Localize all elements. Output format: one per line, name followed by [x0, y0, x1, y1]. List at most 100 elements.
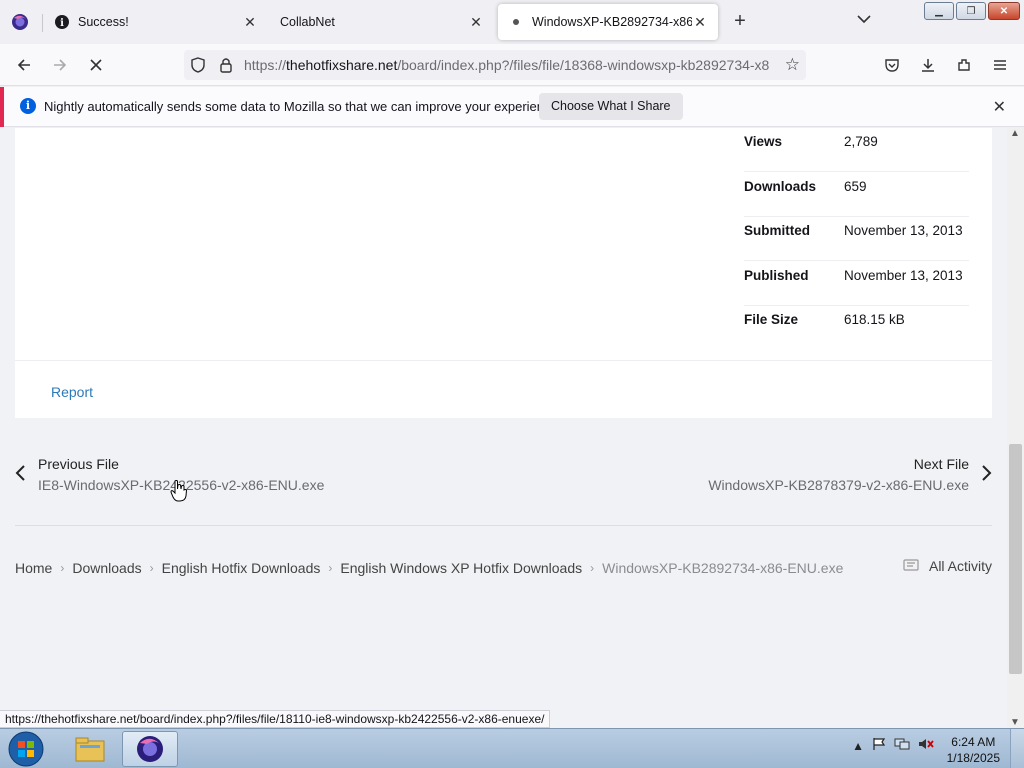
breadcrumb-english-hotfix-downloads[interactable]: English Hotfix Downloads	[162, 560, 321, 576]
next-file-name[interactable]: WindowsXP-KB2878379-v2-x86-ENU.exe	[708, 477, 969, 493]
info-value: November 13, 2013	[844, 268, 963, 283]
tab-label: CollabNet	[280, 15, 335, 29]
navigation-toolbar: https://thehotfixshare.net/board/index.p…	[0, 44, 1024, 86]
taskbar-explorer[interactable]	[62, 731, 118, 767]
notification-accent	[0, 87, 4, 127]
page-content: Views 2,789 Downloads 659 Submitted Nove…	[0, 128, 1007, 728]
info-key: Submitted	[744, 223, 810, 238]
bookmark-star-icon[interactable]: ☆	[785, 55, 800, 75]
tab-label: Success!	[78, 15, 129, 29]
chevron-right-icon: ›	[60, 561, 65, 575]
taskbar-firefox-nightly[interactable]	[122, 731, 178, 767]
folder-icon	[75, 737, 105, 762]
url-bar[interactable]: https://thehotfixshare.net/board/index.p…	[184, 50, 806, 80]
chevron-right-icon	[981, 464, 993, 488]
tab-strip: i Success! ✕ CollabNet ✕ WindowsXP-KB289…	[0, 0, 1024, 44]
tab-windowsxp-kb2892734[interactable]: WindowsXP-KB2892734-x86-EN ✕	[498, 4, 718, 40]
notification-message: Nightly automatically sends some data to…	[44, 99, 562, 114]
info-value: 618.15 kB	[844, 312, 905, 327]
all-activity-link[interactable]: All Activity	[903, 558, 992, 574]
status-link-url: https://thehotfixshare.net/board/index.p…	[0, 710, 551, 728]
choose-what-i-share-button[interactable]: Choose What I Share	[539, 93, 683, 120]
breadcrumb-home[interactable]: Home	[15, 560, 52, 576]
close-icon[interactable]: ✕	[993, 97, 1006, 117]
all-activity-label: All Activity	[928, 558, 992, 574]
tab-label: WindowsXP-KB2892734-x86-EN	[532, 15, 692, 29]
previous-file-title: Previous File	[38, 456, 119, 472]
scrollbar-thumb[interactable]	[1009, 444, 1022, 674]
info-row-downloads: Downloads 659	[744, 173, 969, 217]
info-value: November 13, 2013	[844, 223, 963, 238]
restore-button[interactable]: ❐	[956, 2, 986, 20]
pocket-icon[interactable]	[880, 53, 904, 77]
stop-button[interactable]	[84, 53, 108, 77]
window-controls: ▁ ❐ ✕	[924, 2, 1020, 20]
divider	[15, 525, 992, 526]
chevron-right-icon: ›	[328, 561, 333, 575]
info-row-file-size: File Size 618.15 kB	[744, 306, 969, 350]
chevron-right-icon: ›	[590, 561, 595, 575]
volume-muted-icon[interactable]	[918, 737, 934, 754]
info-icon: i	[54, 14, 70, 30]
forward-button[interactable]	[48, 53, 72, 77]
info-icon: i	[20, 98, 36, 114]
close-icon[interactable]: ✕	[692, 14, 708, 30]
hand-cursor-icon	[170, 480, 188, 505]
info-value: 659	[844, 179, 867, 194]
data-collection-notification: i Nightly automatically sends some data …	[0, 87, 1024, 127]
info-key: Published	[744, 268, 809, 283]
url-text: https://thehotfixshare.net/board/index.p…	[244, 57, 770, 73]
info-row-submitted: Submitted November 13, 2013	[744, 217, 969, 261]
show-hidden-icons-arrow-icon[interactable]: ▲	[852, 739, 864, 753]
tab-collabnet[interactable]: CollabNet ✕	[270, 4, 494, 40]
file-navigation: Previous File IE8-WindowsXP-KB2422556-v2…	[0, 448, 1007, 508]
divider	[15, 360, 992, 361]
next-file-title: Next File	[913, 456, 969, 472]
windows-taskbar: ▲ 6:24 AM 1/18/2025	[0, 728, 1024, 768]
scroll-up-arrow-icon[interactable]: ▲	[1010, 128, 1020, 139]
taskbar-clock[interactable]: 6:24 AM 1/18/2025	[947, 734, 1000, 766]
chevron-left-icon	[14, 464, 26, 488]
system-tray: ▲	[852, 737, 934, 754]
list-all-tabs-button[interactable]	[852, 12, 876, 32]
info-row-views: Views 2,789	[744, 128, 969, 172]
info-row-published: Published November 13, 2013	[744, 262, 969, 306]
close-window-button[interactable]: ✕	[988, 2, 1020, 20]
downloads-icon[interactable]	[916, 53, 940, 77]
network-icon[interactable]	[894, 737, 910, 754]
close-icon[interactable]: ✕	[468, 14, 484, 30]
report-link[interactable]: Report	[51, 384, 93, 400]
lock-icon[interactable]	[218, 56, 234, 77]
breadcrumb-downloads[interactable]: Downloads	[72, 560, 141, 576]
page-scrollbar[interactable]: ▲ ▼	[1007, 128, 1024, 728]
file-details-card: Views 2,789 Downloads 659 Submitted Nove…	[15, 128, 992, 418]
firefox-nightly-icon	[137, 736, 163, 762]
info-key: Views	[744, 134, 783, 149]
show-desktop-button[interactable]	[1010, 729, 1024, 768]
clock-time: 6:24 AM	[951, 735, 996, 749]
breadcrumb-english-windows-xp-hotfix-downloads[interactable]: English Windows XP Hotfix Downloads	[340, 560, 582, 576]
clock-date: 1/18/2025	[946, 751, 1000, 765]
svg-text:i: i	[60, 18, 64, 29]
breadcrumb: Home › Downloads › English Hotfix Downlo…	[15, 558, 843, 578]
close-icon[interactable]: ✕	[242, 14, 258, 30]
new-tab-button[interactable]: +	[728, 10, 752, 34]
action-center-flag-icon[interactable]	[872, 737, 886, 754]
extensions-icon[interactable]	[952, 53, 976, 77]
loading-icon	[508, 14, 524, 30]
info-value: 2,789	[844, 134, 878, 149]
info-key: Downloads	[744, 179, 817, 194]
breadcrumb-current: WindowsXP-KB2892734-x86-ENU.exe	[602, 560, 844, 576]
info-key: File Size	[744, 312, 799, 327]
minimize-button[interactable]: ▁	[924, 2, 954, 20]
firefox-nightly-icon[interactable]	[8, 10, 32, 34]
tab-success[interactable]: i Success! ✕	[44, 4, 268, 40]
start-button[interactable]	[4, 730, 48, 768]
menu-icon[interactable]	[988, 53, 1012, 77]
tracking-protection-shield-icon[interactable]	[190, 57, 206, 76]
tab-separator	[42, 14, 43, 32]
scroll-down-arrow-icon[interactable]: ▼	[1010, 717, 1020, 728]
chevron-right-icon: ›	[149, 561, 154, 575]
back-button[interactable]	[12, 53, 36, 77]
activity-icon	[903, 558, 919, 574]
